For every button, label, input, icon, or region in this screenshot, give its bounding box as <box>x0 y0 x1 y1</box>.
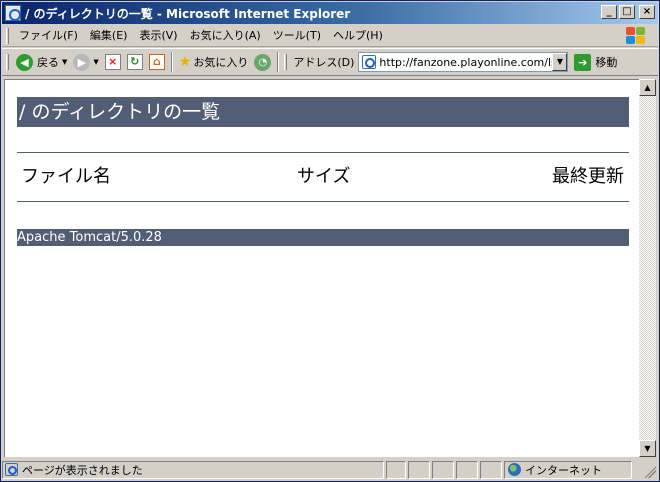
minimize-button[interactable]: _ <box>601 5 617 19</box>
back-arrow-icon: ◀ <box>16 53 33 71</box>
address-label: アドレス(D) <box>293 56 355 69</box>
windows-logo-icon <box>624 26 648 46</box>
address-grip[interactable] <box>284 54 288 70</box>
page-icon <box>362 55 377 69</box>
forward-arrow-icon: ▶ <box>73 53 91 71</box>
status-panel <box>408 460 430 479</box>
divider <box>17 201 629 202</box>
page-content: / のディレクトリの一覧 ファイル名 サイズ 最終更新 Apache Tomca… <box>4 79 639 457</box>
toolbar-separator <box>277 52 280 72</box>
resize-grip[interactable] <box>644 466 656 478</box>
status-bar: ページが表示されました インターネット <box>2 459 658 480</box>
menu-tools[interactable]: ツール(T) <box>267 27 327 45</box>
history-icon: ◔ <box>254 53 272 71</box>
scroll-up-button[interactable]: ▲ <box>639 79 656 96</box>
back-button[interactable]: ◀ 戻る ▼ <box>13 51 70 73</box>
toolbar-grip[interactable] <box>6 54 9 70</box>
server-footer: Apache Tomcat/5.0.28 <box>17 229 629 246</box>
status-message: ページが表示されました <box>22 463 143 477</box>
menu-help[interactable]: ヘルプ(H) <box>327 27 389 45</box>
vertical-scrollbar[interactable]: ▲ ▼ <box>639 79 656 457</box>
security-zone-label: インターネット <box>525 463 602 477</box>
status-message-panel: ページが表示されました <box>2 460 384 479</box>
favorites-label: お気に入り <box>193 56 249 69</box>
address-bar[interactable]: http://fanzone.playonline.com/lsco ▼ <box>358 52 569 72</box>
standard-toolbar: ◀ 戻る ▼ ▶ ▼ × ↻ ⌂ ★ お気に入り ◔ アドレス(D) http:… <box>2 48 658 76</box>
column-header-modified: 最終更新 <box>552 166 624 187</box>
menu-bar: ファイル(F) 編集(E) 表示(V) お気に入り(A) ツール(T) ヘルプ(… <box>2 25 658 47</box>
browser-window: / のディレクトリの一覧 - Microsoft Internet Explor… <box>0 0 660 482</box>
column-header-size: サイズ <box>297 166 351 187</box>
toolbar-separator <box>170 52 173 72</box>
window-title: / のディレクトリの一覧 - Microsoft Internet Explor… <box>25 6 351 21</box>
close-button[interactable]: × <box>639 5 655 19</box>
status-panel <box>480 460 502 479</box>
globe-icon <box>508 463 521 476</box>
home-icon: ⌂ <box>148 54 165 70</box>
column-header-filename: ファイル名 <box>21 166 111 187</box>
status-panel <box>456 460 478 479</box>
menu-favorites[interactable]: お気に入り(A) <box>184 27 267 45</box>
page-done-icon <box>5 463 18 476</box>
favorites-button[interactable]: ★ お気に入り <box>176 51 252 73</box>
window-controls: _ □ × <box>601 5 655 19</box>
forward-button[interactable]: ▶ ▼ <box>70 51 101 73</box>
address-input[interactable]: http://fanzone.playonline.com/lsco <box>379 56 567 69</box>
star-icon: ★ <box>178 54 192 70</box>
go-arrow-icon: ➔ <box>574 53 592 71</box>
stop-icon: × <box>104 54 121 70</box>
page-title: / のディレクトリの一覧 <box>17 97 629 127</box>
divider <box>17 152 629 153</box>
ie-icon <box>5 5 21 21</box>
back-dropdown-icon[interactable]: ▼ <box>62 58 67 66</box>
go-label: 移動 <box>595 56 618 69</box>
back-label: 戻る <box>37 56 59 69</box>
address-dropdown-icon[interactable]: ▼ <box>552 53 568 71</box>
home-button[interactable]: ⌂ <box>146 51 168 73</box>
title-bar[interactable]: / のディレクトリの一覧 - Microsoft Internet Explor… <box>2 2 658 24</box>
status-panel <box>432 460 454 479</box>
refresh-button[interactable]: ↻ <box>124 51 146 73</box>
menu-grip[interactable] <box>6 27 9 44</box>
scroll-down-button[interactable]: ▼ <box>639 440 656 457</box>
security-zone-panel[interactable]: インターネット <box>504 460 632 479</box>
history-button[interactable]: ◔ <box>251 51 274 73</box>
status-panel <box>386 460 406 479</box>
refresh-icon: ↻ <box>126 54 143 70</box>
menu-view[interactable]: 表示(V) <box>133 27 183 45</box>
maximize-button[interactable]: □ <box>619 5 635 19</box>
stop-button[interactable]: × <box>102 51 124 73</box>
forward-dropdown-icon[interactable]: ▼ <box>93 58 98 66</box>
go-button[interactable]: ➔ 移動 <box>574 53 618 71</box>
menu-edit[interactable]: 編集(E) <box>84 27 134 45</box>
menu-file[interactable]: ファイル(F) <box>13 27 84 45</box>
